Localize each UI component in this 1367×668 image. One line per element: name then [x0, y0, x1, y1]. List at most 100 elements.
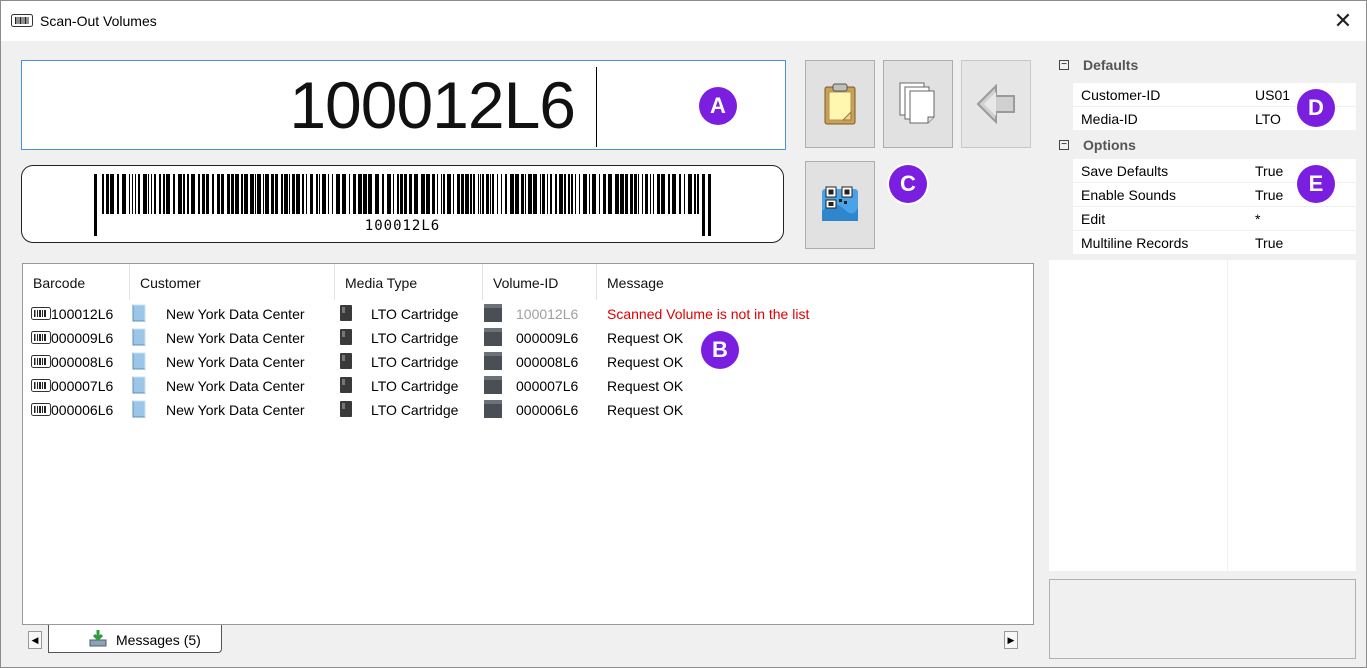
cell-message: Scanned Volume is not in the list	[607, 306, 810, 322]
barcode-bar	[653, 174, 654, 214]
close-button[interactable]: ✕	[1320, 1, 1366, 41]
column-header-customer[interactable]: Customer	[130, 264, 335, 300]
collapse-options-toggle[interactable]: −	[1059, 140, 1069, 150]
barcode-bar	[684, 174, 685, 214]
barcode-bar	[421, 174, 425, 214]
cell-volume-id: 000008L6	[516, 354, 579, 370]
barcode-bar	[470, 174, 472, 214]
collapse-defaults-toggle[interactable]: −	[1059, 60, 1069, 70]
tab-messages[interactable]: Messages (5)	[48, 625, 222, 653]
barcode-bar	[122, 174, 126, 214]
copy-button[interactable]	[883, 60, 953, 148]
barcode-bar	[515, 174, 519, 214]
tab-scroll-right-button[interactable]: ▶	[1004, 631, 1018, 649]
barcode-bar	[625, 174, 628, 214]
barcode-bar	[319, 174, 320, 214]
barcode-bar	[672, 174, 676, 214]
barcode-bar	[525, 174, 526, 214]
cell-volume-id: 000006L6	[516, 402, 579, 418]
volume-icon	[484, 304, 502, 322]
property-name: Edit	[1081, 211, 1106, 227]
property-name: Multiline Records	[1081, 235, 1189, 251]
barcode-bar	[221, 174, 224, 214]
barcode-bar	[322, 174, 326, 214]
tape-cartridge-icon	[340, 329, 352, 345]
barcode-bar	[661, 174, 665, 214]
barcode-bar	[138, 174, 140, 214]
barcode-bar	[102, 174, 104, 214]
cell-media-type: LTO Cartridge	[371, 378, 459, 394]
barcode-bar	[271, 174, 274, 214]
barcode-bar	[263, 174, 264, 214]
barcode-bar	[465, 174, 469, 214]
barcode-bar	[441, 174, 442, 214]
scan-input-value: 100012L6	[289, 68, 576, 142]
scan-input[interactable]: 100012L6	[21, 60, 786, 150]
barcode-bar	[257, 174, 261, 214]
cell-volume-id: 000007L6	[516, 378, 579, 394]
message-list[interactable]: Barcode Customer Media Type Volume-ID Me…	[22, 263, 1034, 625]
barcode-bar	[349, 174, 350, 214]
tab-messages-label: Messages (5)	[116, 632, 201, 648]
cell-media-type: LTO Cartridge	[371, 330, 459, 346]
barcode-bar	[486, 174, 489, 214]
property-row-multiline-records[interactable]: Multiline Records True	[1073, 231, 1356, 255]
barcode-bar	[227, 174, 230, 214]
barcode-bar	[255, 174, 256, 214]
barcode-bar	[645, 174, 648, 214]
barcode-bar	[375, 174, 379, 214]
column-header-message[interactable]: Message	[597, 264, 1033, 300]
table-row[interactable]: 000009L6 New York Data Center LTO Cartridg…	[29, 326, 1029, 350]
cell-customer: New York Data Center	[166, 378, 305, 394]
table-row[interactable]: 000008L6 New York Data Center LTO Cartridg…	[29, 350, 1029, 374]
barcode-bar	[497, 174, 498, 214]
cell-barcode: 000007L6	[51, 378, 114, 394]
column-header-media-type[interactable]: Media Type	[335, 264, 483, 300]
scan-out-window: Scan-Out Volumes ✕ 100012L6 A C 100012L6…	[0, 0, 1367, 668]
barcode-bar	[603, 174, 606, 214]
barcode-caption: 100012L6	[364, 218, 441, 234]
table-row[interactable]: 100012L6 New York Data Center LTO Cartridg…	[29, 302, 1029, 326]
barcode-bar	[289, 174, 290, 214]
barcode-bar	[284, 174, 288, 214]
property-value: *	[1255, 211, 1261, 227]
cell-volume-id: 100012L6	[516, 306, 579, 322]
barcode-bar	[579, 174, 580, 214]
barcode-bar	[265, 174, 269, 214]
cell-volume-id: 000009L6	[516, 330, 579, 346]
close-icon: ✕	[1333, 8, 1353, 33]
barcode-bar	[615, 174, 619, 214]
barcode-bar	[202, 174, 205, 214]
barcode-bar	[564, 174, 566, 214]
barcode-bar	[688, 174, 692, 214]
table-row[interactable]: 000006L6 New York Data Center LTO Cartridg…	[29, 398, 1029, 422]
barcode-bar	[634, 174, 637, 214]
paste-button[interactable]	[805, 60, 875, 148]
barcode-bar	[310, 174, 313, 214]
cell-message: Request OK	[607, 330, 684, 346]
barcode-bar	[492, 174, 494, 214]
tab-scroll-left-button[interactable]: ◀	[28, 631, 42, 649]
property-row-edit[interactable]: Edit *	[1073, 207, 1356, 231]
column-header-volume-id[interactable]: Volume-ID	[483, 264, 597, 300]
generate-barcode-button[interactable]	[805, 161, 875, 249]
property-value: LTO	[1255, 111, 1281, 127]
cell-media-type: LTO Cartridge	[371, 306, 459, 322]
barcode-bar	[159, 174, 161, 214]
column-header-barcode[interactable]: Barcode	[23, 264, 130, 300]
barcode-bar	[568, 174, 570, 214]
barcode-bar	[432, 174, 435, 214]
barcode-bar	[533, 174, 537, 214]
barcode-bar	[620, 174, 624, 214]
table-row[interactable]: 000007L6 New York Data Center LTO Cartridg…	[29, 374, 1029, 398]
back-button[interactable]	[961, 60, 1031, 148]
property-name: Customer-ID	[1081, 87, 1161, 103]
barcode-bar	[342, 174, 346, 214]
barcode-bar	[132, 174, 133, 214]
barcode-bar	[154, 174, 156, 214]
category-options: Options	[1083, 137, 1136, 153]
barcode-bar	[559, 174, 563, 214]
barcode-bar	[650, 174, 651, 214]
barcode-bar	[542, 174, 545, 214]
customer-building-icon	[132, 328, 146, 346]
